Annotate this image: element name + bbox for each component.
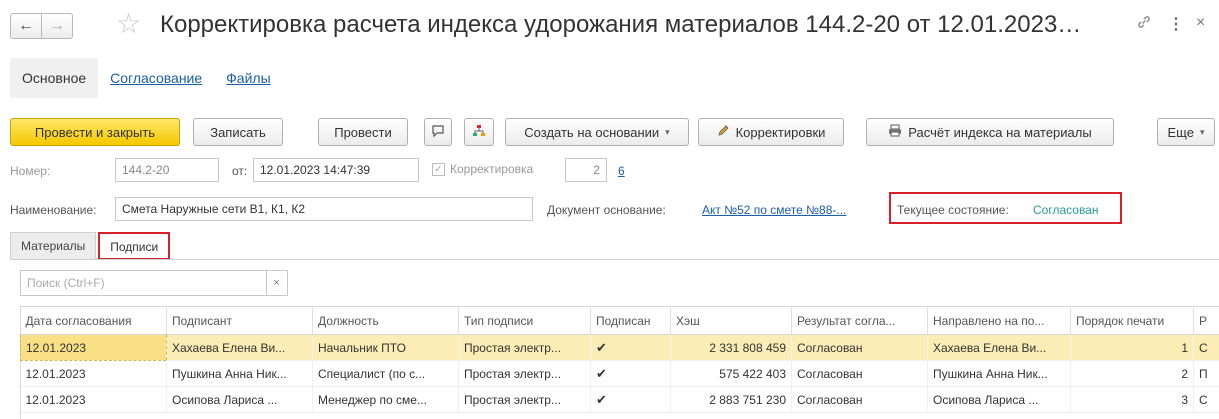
cell-position[interactable]: Менеджер по сме... <box>312 386 459 413</box>
close-icon[interactable]: × <box>1196 14 1205 32</box>
cell-signature-type[interactable]: Простая электр... <box>458 360 591 387</box>
table-row[interactable]: 12.01.2023 Пушкина Анна Ник... Специалис… <box>20 360 1219 387</box>
base-doc-label: Документ основание: <box>547 203 666 217</box>
number-label: Номер: <box>10 164 51 178</box>
cell-sent-to[interactable]: Осипова Лариса ... <box>927 386 1071 413</box>
date-label: от: <box>232 164 248 178</box>
cell-date[interactable]: 12.01.2023 <box>20 360 167 387</box>
cell-truncated[interactable]: С <box>1193 386 1219 413</box>
pencil-icon <box>717 124 730 140</box>
speech-bubble-icon <box>431 124 445 141</box>
correction-count-link[interactable]: 6 <box>618 164 625 178</box>
cell-hash[interactable]: 575 422 403 <box>670 360 792 387</box>
forward-button[interactable]: → <box>41 13 73 39</box>
table-header: Дата согласования Подписант Должность Ти… <box>20 306 1219 335</box>
table-row[interactable]: 12.01.2023 Хахаева Елена Ви... Начальник… <box>20 334 1219 361</box>
chevron-down-icon: ▾ <box>1199 126 1205 137</box>
arrow-right-icon: → <box>49 17 65 34</box>
signatures-table: Дата согласования Подписант Должность Ти… <box>20 306 1219 413</box>
structure-button[interactable] <box>464 118 494 146</box>
correction-checkbox[interactable]: ✓ <box>432 162 445 176</box>
cell-result[interactable]: Согласован <box>791 360 928 387</box>
signed-check-icon[interactable]: ✔ <box>590 360 671 387</box>
command-bar: Провести и закрыть Записать Провести Соз… <box>10 118 1219 146</box>
search-input[interactable]: Поиск (Ctrl+F) <box>20 270 267 296</box>
save-button[interactable]: Записать <box>193 118 283 146</box>
cell-date[interactable]: 12.01.2023 <box>20 334 167 361</box>
arrow-left-icon: ← <box>18 17 34 34</box>
comment-button[interactable] <box>424 118 452 146</box>
cell-signature-type[interactable]: Простая электр... <box>458 386 591 413</box>
correction-label: Корректировка <box>450 162 534 176</box>
correction-number-field[interactable]: 2 <box>565 158 607 182</box>
corrections-label: Корректировки <box>735 124 826 140</box>
clear-search-icon[interactable]: × <box>266 270 288 296</box>
window-title: Корректировка расчета индекса удорожания… <box>160 11 1082 38</box>
col-approval-date[interactable]: Дата согласования <box>20 306 167 335</box>
base-doc-link[interactable]: Акт №52 по смете №88-... <box>702 203 846 217</box>
printer-icon <box>888 124 902 140</box>
tab-signatures[interactable]: Подписи <box>98 232 171 260</box>
title-bar: ← → ☆ Корректировка расчета индекса удор… <box>0 0 1219 52</box>
cell-position[interactable]: Специалист (по с... <box>312 360 459 387</box>
section-tab-main[interactable]: Основное <box>10 58 99 98</box>
section-tabs: Основное Согласование Файлы <box>10 58 283 98</box>
table-row[interactable]: 12.01.2023 Осипова Лариса ... Менеджер п… <box>20 386 1219 413</box>
correction-checkbox-group[interactable]: ✓ Корректировка <box>432 162 533 176</box>
chevron-down-icon: ▾ <box>665 126 670 137</box>
cell-signer[interactable]: Пушкина Анна Ник... <box>166 360 313 387</box>
more-vertical-icon[interactable]: ⋮ <box>1168 14 1184 34</box>
cell-signer[interactable]: Хахаева Елена Ви... <box>166 334 313 361</box>
cell-result[interactable]: Согласован <box>791 334 928 361</box>
section-tab-approval[interactable]: Согласование <box>98 58 214 98</box>
current-state-value: Согласован <box>1033 203 1099 217</box>
col-position[interactable]: Должность <box>312 306 459 335</box>
section-tab-files[interactable]: Файлы <box>214 58 282 98</box>
create-based-on-label: Создать на основании <box>524 124 660 140</box>
cell-hash[interactable]: 2 883 751 230 <box>670 386 792 413</box>
post-and-close-button[interactable]: Провести и закрыть <box>10 118 180 146</box>
date-field[interactable]: 12.01.2023 14:47:39 <box>253 158 419 182</box>
cell-print-order[interactable]: 3 <box>1070 386 1194 413</box>
number-field[interactable]: 144.2-20 <box>115 158 219 182</box>
tab-materials[interactable]: Материалы <box>10 232 97 260</box>
signed-check-icon[interactable]: ✔ <box>590 386 671 413</box>
index-calc-label: Расчёт индекса на материалы <box>908 124 1092 140</box>
col-signed[interactable]: Подписан <box>590 306 671 335</box>
index-calc-print-button[interactable]: Расчёт индекса на материалы <box>866 118 1114 146</box>
col-hash[interactable]: Хэш <box>670 306 792 335</box>
cell-result[interactable]: Согласован <box>791 386 928 413</box>
cell-signature-type[interactable]: Простая электр... <box>458 334 591 361</box>
name-field[interactable]: Смета Наружные сети В1, К1, К2 <box>115 197 533 221</box>
link-icon[interactable] <box>1136 14 1152 35</box>
hierarchy-icon <box>472 124 486 141</box>
col-signer[interactable]: Подписант <box>166 306 313 335</box>
cell-sent-to[interactable]: Хахаева Елена Ви... <box>927 334 1071 361</box>
create-based-on-button[interactable]: Создать на основании ▾ <box>505 118 689 146</box>
back-button[interactable]: ← <box>10 13 42 39</box>
cell-signer[interactable]: Осипова Лариса ... <box>166 386 313 413</box>
col-signature-type[interactable]: Тип подписи <box>458 306 591 335</box>
cell-hash[interactable]: 2 331 808 459 <box>670 334 792 361</box>
document-tabs: Материалы Подписи <box>10 232 172 260</box>
cell-truncated[interactable]: П <box>1193 360 1219 387</box>
more-actions-button[interactable]: Еще ▾ <box>1157 118 1215 146</box>
current-state-label: Текущее состояние: <box>897 203 1009 217</box>
col-truncated[interactable]: Р <box>1193 306 1219 335</box>
cell-print-order[interactable]: 2 <box>1070 360 1194 387</box>
col-sent-to[interactable]: Направлено на по... <box>927 306 1071 335</box>
favorite-star-icon[interactable]: ☆ <box>116 8 141 40</box>
post-button[interactable]: Провести <box>318 118 408 146</box>
cell-sent-to[interactable]: Пушкина Анна Ник... <box>927 360 1071 387</box>
signed-check-icon[interactable]: ✔ <box>590 334 671 361</box>
cell-date[interactable]: 12.01.2023 <box>20 386 167 413</box>
corrections-button[interactable]: Корректировки <box>698 118 844 146</box>
more-actions-label: Еще <box>1167 124 1194 140</box>
cell-position[interactable]: Начальник ПТО <box>312 334 459 361</box>
col-print-order[interactable]: Порядок печати <box>1070 306 1194 335</box>
cell-truncated[interactable]: С <box>1193 334 1219 361</box>
cell-print-order[interactable]: 1 <box>1070 334 1194 361</box>
name-label: Наименование: <box>10 203 97 217</box>
col-approval-result[interactable]: Результат согла... <box>791 306 928 335</box>
